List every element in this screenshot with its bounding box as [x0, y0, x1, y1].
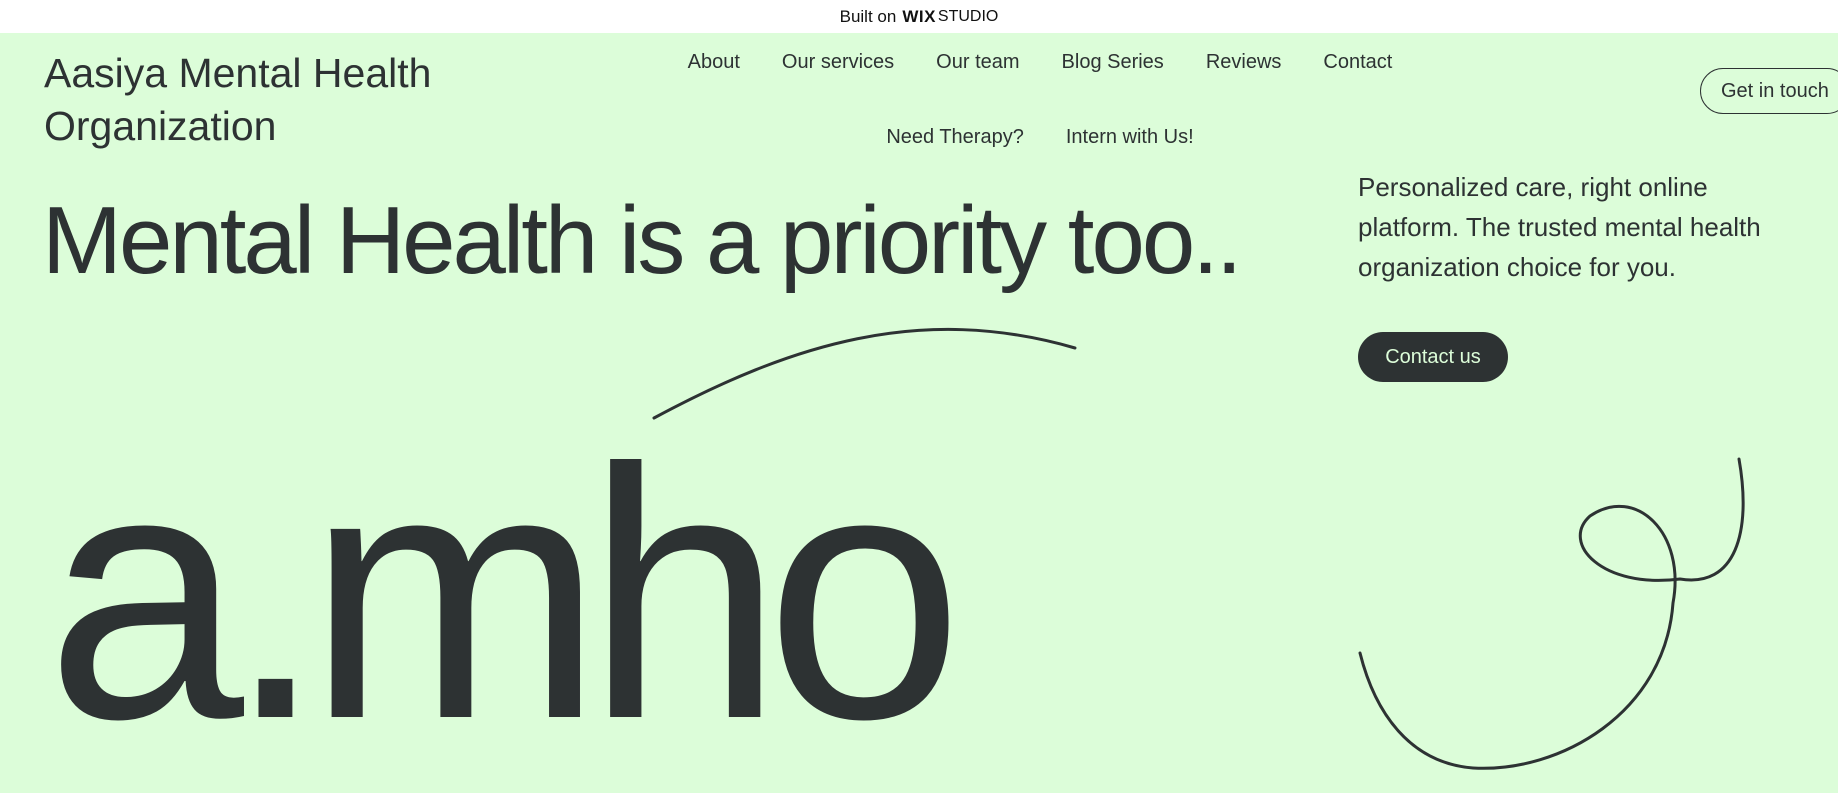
get-in-touch-button[interactable]: Get in touch [1700, 68, 1838, 114]
nav-item-reviews[interactable]: Reviews [1185, 43, 1303, 82]
contact-us-button[interactable]: Contact us [1358, 332, 1508, 382]
nav-item-our-services[interactable]: Our services [761, 43, 915, 82]
brand-logo-text: a.mho [46, 396, 963, 793]
main-nav: About Our services Our team Blog Series … [580, 43, 1500, 157]
hero-heading: Mental Health is a priority too.. [42, 187, 1243, 294]
wix-studio-text: STUDIO [937, 7, 999, 25]
hero-tagline: Personalized care, right online platform… [1358, 172, 1761, 282]
nav-item-need-therapy[interactable]: Need Therapy? [865, 118, 1045, 157]
site-title[interactable]: Aasiya Mental Health Organization [44, 47, 444, 153]
wix-built-on-banner[interactable]: Built on WIX STUDIO [0, 0, 1838, 33]
loop-curve-icon [1358, 457, 1745, 770]
nav-item-blog-series[interactable]: Blog Series [1041, 43, 1185, 82]
nav-item-our-team[interactable]: Our team [915, 43, 1040, 82]
built-on-text: Built on [839, 6, 897, 26]
nav-item-contact[interactable]: Contact [1302, 43, 1413, 82]
nav-item-about[interactable]: About [667, 43, 761, 82]
nav-item-intern-with-us[interactable]: Intern with Us! [1045, 118, 1215, 157]
hero-section: Aasiya Mental Health Organization About … [0, 33, 1838, 793]
wix-logo: WIX [902, 6, 936, 26]
